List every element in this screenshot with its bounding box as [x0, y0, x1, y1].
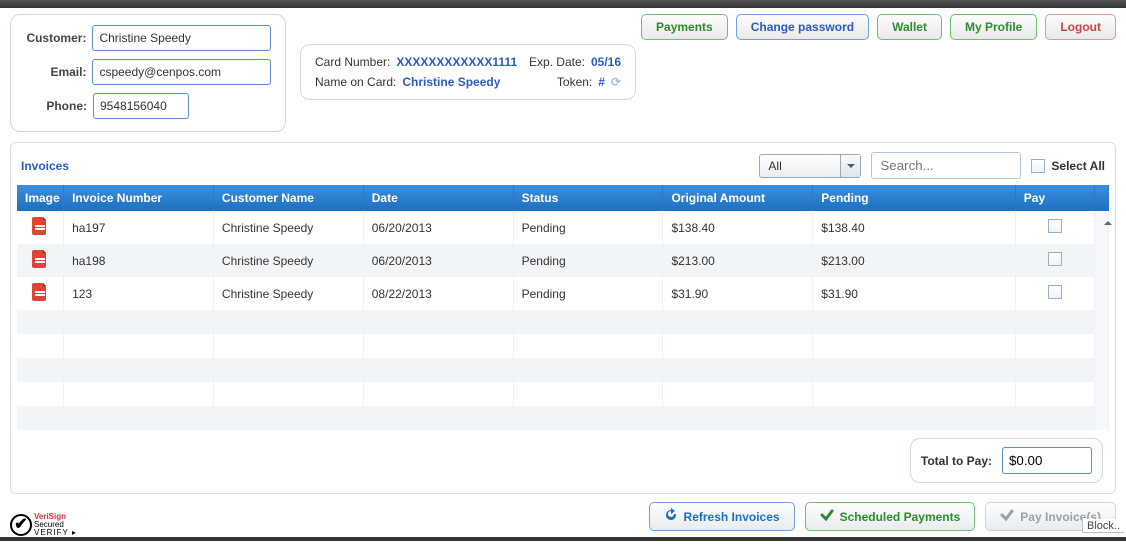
- card-name-label: Name on Card:: [315, 75, 396, 89]
- empty-row: [17, 382, 1109, 406]
- customer-phone-input[interactable]: [93, 93, 189, 119]
- scheduled-label: Scheduled Payments: [840, 510, 961, 524]
- refresh-invoices-button[interactable]: Refresh Invoices: [649, 502, 795, 531]
- customer-label: Customer:: [25, 31, 86, 45]
- cell-customer: Christine Speedy: [213, 277, 363, 310]
- card-panel: Card Number: XXXXXXXXXXXX1111 Exp. Date:…: [300, 44, 636, 100]
- scroll-gutter: [1094, 185, 1108, 211]
- cell-amount: $31.90: [663, 277, 813, 310]
- cell-invoice: ha198: [64, 244, 214, 277]
- invoices-panel: Invoices All Select All: [10, 142, 1116, 494]
- empty-row: [17, 358, 1109, 382]
- card-token-icon: ⟳: [611, 75, 621, 89]
- table-row[interactable]: 123 Christine Speedy 08/22/2013 Pending …: [17, 277, 1109, 310]
- cell-pending: $213.00: [813, 244, 1016, 277]
- table-row[interactable]: ha197 Christine Speedy 06/20/2013 Pendin…: [17, 211, 1109, 244]
- cell-status: Pending: [513, 244, 663, 277]
- my-profile-button[interactable]: My Profile: [950, 14, 1037, 40]
- refresh-label: Refresh Invoices: [684, 510, 780, 524]
- cell-customer: Christine Speedy: [213, 211, 363, 244]
- cell-date: 06/20/2013: [363, 211, 513, 244]
- wallet-button[interactable]: Wallet: [877, 14, 942, 40]
- check-icon: [820, 508, 834, 525]
- cell-customer: Christine Speedy: [213, 244, 363, 277]
- email-label: Email:: [25, 65, 86, 79]
- total-to-pay-box: Total to Pay:: [910, 438, 1103, 483]
- pay-checkbox[interactable]: [1048, 219, 1062, 233]
- col-amount[interactable]: Original Amount: [663, 185, 813, 211]
- cell-date: 06/20/2013: [363, 244, 513, 277]
- table-header-row: Image Invoice Number Customer Name Date …: [17, 185, 1109, 211]
- block-indicator: Block..: [1082, 519, 1124, 533]
- cell-pending: $31.90: [813, 277, 1016, 310]
- top-edge: [0, 0, 1126, 8]
- customer-name-input[interactable]: [92, 25, 271, 51]
- check-icon: [1000, 508, 1014, 525]
- payments-button[interactable]: Payments: [641, 14, 728, 40]
- status-filter-value: All: [760, 159, 840, 173]
- change-password-button[interactable]: Change password: [736, 14, 869, 40]
- cell-amount: $213.00: [663, 244, 813, 277]
- pay-checkbox[interactable]: [1048, 252, 1062, 266]
- invoices-table: Image Invoice Number Customer Name Date …: [17, 185, 1109, 430]
- action-bar: Refresh Invoices Scheduled Payments Pay …: [0, 494, 1126, 533]
- phone-label: Phone:: [25, 99, 87, 113]
- verisign-verify: VERIFY ▸: [34, 529, 77, 537]
- customer-panel: Customer: Email: Phone:: [10, 14, 286, 132]
- select-all-label: Select All: [1051, 159, 1105, 173]
- chevron-down-icon: [840, 155, 860, 177]
- card-exp-value: 05/16: [591, 55, 621, 69]
- pdf-icon[interactable]: [32, 217, 48, 235]
- refresh-icon: [664, 508, 678, 525]
- col-customer[interactable]: Customer Name: [213, 185, 363, 211]
- search-input[interactable]: [871, 152, 1021, 179]
- card-number-value: XXXXXXXXXXXX1111: [396, 55, 517, 69]
- pay-checkbox[interactable]: [1048, 285, 1062, 299]
- pdf-icon[interactable]: [32, 283, 48, 301]
- total-to-pay-input[interactable]: [1002, 447, 1092, 474]
- empty-row: [17, 334, 1109, 358]
- empty-row: [17, 310, 1109, 334]
- cell-date: 08/22/2013: [363, 277, 513, 310]
- card-token-label: Token:: [557, 75, 592, 89]
- cell-status: Pending: [513, 211, 663, 244]
- card-exp-label: Exp. Date:: [529, 55, 585, 69]
- card-token-value: #: [598, 75, 605, 89]
- empty-row: [17, 406, 1109, 430]
- table-row[interactable]: ha198 Christine Speedy 06/20/2013 Pendin…: [17, 244, 1109, 277]
- col-date[interactable]: Date: [363, 185, 513, 211]
- cell-invoice: 123: [64, 277, 214, 310]
- logout-button[interactable]: Logout: [1045, 14, 1116, 40]
- cell-amount: $138.40: [663, 211, 813, 244]
- cell-invoice: ha197: [64, 211, 214, 244]
- cell-status: Pending: [513, 277, 663, 310]
- col-image[interactable]: Image: [17, 185, 64, 211]
- total-to-pay-label: Total to Pay:: [921, 454, 992, 468]
- scheduled-payments-button[interactable]: Scheduled Payments: [805, 502, 976, 531]
- customer-email-input[interactable]: [92, 59, 271, 85]
- verisign-seal[interactable]: ✔ VeriSign Secured VERIFY ▸: [10, 513, 77, 537]
- bottom-edge: [0, 537, 1126, 541]
- pdf-icon[interactable]: [32, 250, 48, 268]
- col-status[interactable]: Status: [513, 185, 663, 211]
- status-filter-select[interactable]: All: [759, 154, 861, 178]
- select-all-checkbox[interactable]: [1031, 159, 1045, 173]
- col-pay[interactable]: Pay: [1015, 185, 1094, 211]
- col-pending[interactable]: Pending: [813, 185, 1016, 211]
- top-nav: Payments Change password Wallet My Profi…: [641, 14, 1116, 40]
- col-invoice[interactable]: Invoice Number: [64, 185, 214, 211]
- card-number-label: Card Number:: [315, 55, 390, 69]
- cell-pending: $138.40: [813, 211, 1016, 244]
- card-name-value: Christine Speedy: [402, 75, 500, 89]
- invoices-title: Invoices: [21, 159, 69, 173]
